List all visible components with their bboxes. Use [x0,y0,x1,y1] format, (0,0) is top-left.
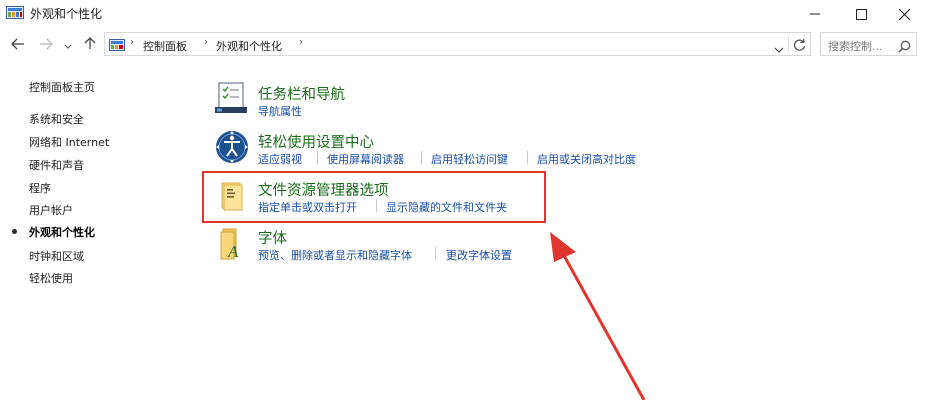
sidebar-item-appearance: 外观和个性化 [29,226,95,239]
sidebar-item-network[interactable]: 网络和 Internet [29,134,109,150]
minimize-icon [810,9,820,19]
link-separator [421,151,422,164]
link-adjust-low-vision[interactable]: 适应弱视 [258,151,302,167]
search-input[interactable]: 搜索控制... [828,38,883,54]
control-panel-icon [109,37,125,51]
link-separator [527,151,528,164]
highlight-box [202,171,546,223]
link-navigation-properties[interactable]: 导航属性 [258,103,302,119]
current-item-bullet [12,229,17,234]
breadcrumb-item-appearance[interactable]: 外观和个性化 [216,38,282,54]
breadcrumb-separator: › [299,37,303,48]
link-preview-delete-fonts[interactable]: 预览、删除或者显示和隐藏字体 [258,247,412,263]
link-use-screen-reader[interactable]: 使用屏幕阅读器 [327,151,404,167]
maximize-icon [855,8,867,20]
minimize-button[interactable] [792,0,838,28]
link-separator [435,247,436,260]
sidebar-item-ease-of-access[interactable]: 轻松使用 [29,270,73,286]
annotation-arrow [550,232,646,400]
sidebar-item-clock-region[interactable]: 时钟和区域 [29,248,84,264]
forward-arrow-icon [39,35,53,54]
back-arrow-icon [11,35,25,54]
category-title-taskbar[interactable]: 任务栏和导航 [258,83,345,104]
window-title: 外观和个性化 [30,7,103,21]
chevron-down-icon [774,39,784,58]
back-button[interactable] [9,34,27,54]
close-icon [898,8,910,20]
title-bar: 外观和个性化 [0,0,927,28]
sidebar-item-hardware-sound[interactable]: 硬件和声音 [29,157,84,173]
address-bar[interactable]: › 控制面板 › 外观和个性化 › [104,32,811,56]
divider [788,36,789,52]
up-arrow-icon [84,35,96,54]
link-enable-ease-keys[interactable]: 启用轻松访问键 [431,151,508,167]
breadcrumb-separator: › [204,37,208,48]
svg-text:A: A [227,242,239,261]
up-button[interactable] [81,34,99,54]
refresh-icon [793,37,806,56]
maximize-button[interactable] [838,0,884,28]
fonts-icon: A [214,226,250,262]
link-high-contrast[interactable]: 启用或关闭高对比度 [537,151,636,167]
close-button[interactable] [881,0,927,28]
chevron-down-icon [64,35,72,54]
sidebar-item-user-accounts[interactable]: 用户帐户 [29,202,73,218]
ease-of-access-icon [214,129,250,165]
recent-locations-button[interactable] [61,34,75,54]
search-button[interactable] [898,38,911,57]
breadcrumb-item-control-panel[interactable]: 控制面板 [143,38,187,54]
sidebar-home-link[interactable]: 控制面板主页 [29,79,95,95]
control-panel-icon [6,5,24,19]
sidebar-item-system-security[interactable]: 系统和安全 [29,111,84,127]
forward-button[interactable] [37,34,55,54]
category-title-fonts[interactable]: 字体 [258,227,287,248]
search-box[interactable]: 搜索控制... [820,32,917,56]
breadcrumb-separator: › [130,37,134,48]
sidebar-item-programs[interactable]: 程序 [29,180,51,196]
link-change-font-settings[interactable]: 更改字体设置 [446,247,512,263]
search-icon [898,38,911,57]
refresh-button[interactable] [793,37,806,56]
address-dropdown-button[interactable] [774,39,784,58]
category-title-ease-of-access-center[interactable]: 轻松使用设置中心 [258,131,374,152]
taskbar-icon [214,80,250,116]
link-separator [317,151,318,164]
